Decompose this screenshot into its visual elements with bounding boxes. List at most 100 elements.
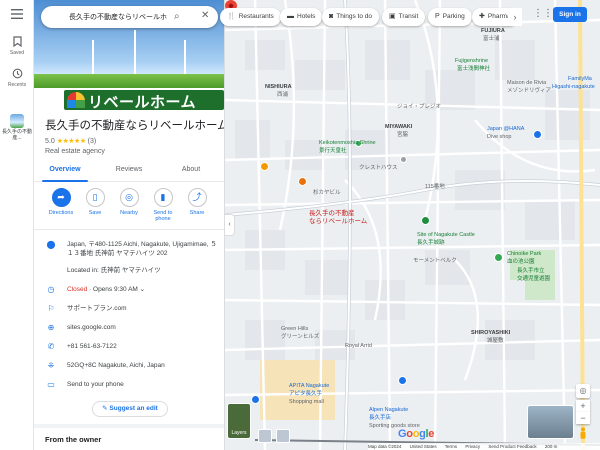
map-label-maison-jp: メゾンドリヴィア (507, 88, 552, 94)
map-label-miyawaki: MIYAWAKI (385, 124, 413, 130)
tab-reviews[interactable]: Reviews (109, 166, 149, 173)
map-canvas[interactable]: FUJIURA 富士浦 NISHIURA 西浦 MIYAWAKI 宮脇 SHIR… (225, 0, 600, 450)
poi-marker[interactable] (251, 395, 260, 404)
scale-label[interactable]: 200 m (545, 444, 558, 449)
chip-parking[interactable]: P Parking (428, 8, 472, 26)
nearby-button[interactable]: ◎ Nearby (112, 188, 146, 216)
map-label-apita: APITA Nagakute (289, 383, 330, 389)
zoom-in-button[interactable]: + (576, 400, 590, 412)
phone-text: +81 561-63-7122 (67, 343, 117, 350)
poi-marker[interactable] (400, 156, 407, 163)
recents-label: Recents (7, 82, 27, 88)
plus-icon: + (580, 401, 586, 411)
bookmark-icon: ▯ (85, 188, 105, 207)
map-label-alpen-jp: 長久手店 (369, 415, 392, 421)
terms-link[interactable]: Terms (445, 444, 457, 449)
close-icon[interactable]: ✕ (201, 10, 209, 21)
share-button[interactable]: ⤴ Share (180, 188, 214, 216)
recents-button[interactable]: Recents (0, 68, 34, 88)
suggest-edit-button[interactable]: ✎ Suggest an edit (92, 401, 168, 417)
region-link[interactable]: United States (410, 444, 437, 449)
website-text: sites.google.com (67, 324, 116, 331)
layers-button[interactable]: Layers (227, 403, 251, 439)
map-label-castle-jp: 長久手城跡 (417, 240, 445, 246)
search-box: ⌕ ✕ (41, 6, 218, 28)
tab-about[interactable]: About (171, 166, 211, 173)
chip-things-to-do[interactable]: ◙ Things to do (322, 8, 380, 26)
directions-icon: ➦ (51, 188, 71, 207)
chip-restaurants[interactable]: 🍴 Restaurants (220, 8, 281, 26)
address-text: Japan, 〒480-1125 Aichi, Nagakute, Ujigam… (67, 241, 217, 257)
send-to-phone-text: Send to your phone (67, 381, 124, 388)
active-tab-indicator (42, 180, 88, 182)
map-label-mountain: モーメントベルク (413, 258, 457, 264)
map-label-familymart-sub: Higashi-nagakute (552, 84, 595, 90)
history-icon (12, 68, 22, 79)
rating-row[interactable]: 5.0 ★★★★★ (3) (45, 137, 96, 145)
map-label-hana-sub: Dive shop (487, 134, 512, 140)
pegman-icon[interactable] (578, 427, 588, 439)
hero-turbine (92, 40, 94, 74)
zoom-out-button[interactable]: − (576, 412, 590, 424)
clock-icon: ◷ (47, 285, 55, 294)
review-count[interactable]: (3) (88, 138, 97, 145)
map-label-kohama-2: 交通児童遊園 (517, 276, 551, 282)
place-category[interactable]: Real estate agency (45, 148, 105, 155)
map-label-hana: Japan @HANA (487, 126, 525, 132)
poi-marker[interactable] (533, 130, 542, 139)
chip-label: Things to do (336, 13, 373, 20)
layer-thumbnail[interactable] (258, 429, 272, 443)
selected-place-label[interactable]: 長久手の不動産 ならリベールホーム (309, 210, 367, 226)
hours-detail: · Opens 9:30 AM (87, 286, 138, 293)
google-apps-icon[interactable]: ⋮⋮ (533, 8, 553, 19)
poi-marker[interactable] (398, 376, 407, 385)
chip-label: Hotels (297, 13, 316, 20)
saved-button[interactable]: Saved (0, 36, 34, 56)
poi-marker[interactable] (260, 162, 269, 171)
chips-next-button[interactable]: › (508, 8, 522, 26)
service-text: サポートプラン.com (67, 305, 127, 312)
tab-overview[interactable]: Overview (45, 166, 85, 173)
chip-hotels[interactable]: ▬ Hotels (280, 8, 323, 26)
map-label-green-hills: Green Hills (281, 326, 309, 332)
left-rail: Saved Recents 長久手の不動産... (0, 0, 34, 450)
chevron-right-icon: › (513, 12, 517, 22)
bed-icon: ▬ (287, 13, 294, 20)
map-label-cresthouse: クレストハウス (359, 165, 398, 171)
map-label-familymart: FamilyMa (568, 76, 592, 82)
menu-button[interactable] (0, 9, 34, 21)
layer-thumbnail[interactable] (276, 429, 290, 443)
map-label-shiroyashiki: SHIROYASHIKI (471, 330, 511, 336)
recent-place-item[interactable]: 長久手の不動産... (0, 114, 34, 141)
nearby-icon: ◎ (119, 188, 139, 207)
save-button[interactable]: ▯ Save (78, 188, 112, 216)
globe-icon: ⊕ (47, 323, 55, 332)
map-label-fujiura-jp: 富士浦 (483, 36, 500, 42)
send-to-phone-label: Send to phone (153, 210, 173, 222)
plus-code-text: 52GQ+8C Nagakute, Aichi, Japan (67, 362, 165, 369)
parking-icon: P (435, 13, 440, 20)
poi-marker[interactable] (494, 253, 503, 262)
collapse-panel-button[interactable]: ‹ (225, 214, 235, 236)
search-input[interactable] (69, 10, 173, 24)
feedback-link[interactable]: Send Product Feedback (488, 444, 536, 449)
poi-marker[interactable] (421, 216, 430, 225)
chip-transit[interactable]: ▣ Transit (382, 8, 426, 26)
street-view-preview[interactable] (527, 405, 574, 439)
action-buttons: ➦ Directions ▯ Save ◎ Nearby ▮ Send to p… (34, 186, 224, 226)
nearby-label: Nearby (120, 210, 138, 216)
map-label-shiroyashiki-jp: 城屋敷 (487, 338, 504, 344)
suggest-edit-label: Suggest an edit (109, 405, 158, 412)
send-to-phone-button[interactable]: ▮ Send to phone (146, 188, 180, 222)
map-label-keikoten-shrine: Keikotenmoshia Shrine (319, 140, 376, 146)
privacy-link[interactable]: Privacy (465, 444, 480, 449)
sign-in-button[interactable]: Sign in (553, 7, 587, 22)
directions-button[interactable]: ➦ Directions (44, 188, 78, 216)
map-label-fujigen-shrine: Fujigenshrine (455, 58, 489, 64)
search-icon[interactable]: ⌕ (174, 11, 180, 22)
my-location-button[interactable]: ◎ (576, 384, 590, 398)
poi-marker[interactable] (298, 177, 307, 186)
train-icon: ▣ (389, 13, 396, 20)
map-label-apita-jp: アピタ長久手 (289, 391, 323, 397)
map-label-fujiura: FUJIURA (481, 28, 505, 34)
